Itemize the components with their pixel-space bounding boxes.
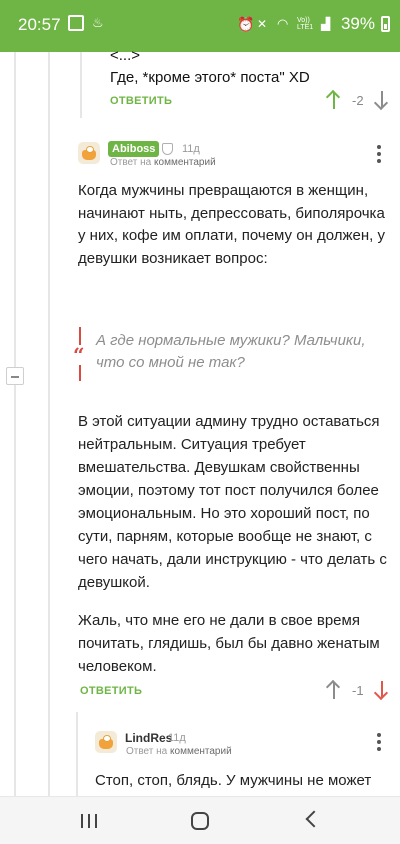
reply-button[interactable]: ОТВЕТИТЬ <box>110 95 172 107</box>
image-icon <box>68 15 84 31</box>
reply-meta: Ответ на комментарий <box>110 157 216 168</box>
downvote-icon[interactable] <box>374 90 390 110</box>
mute-icon: ✕ <box>256 17 268 31</box>
avatar[interactable] <box>78 142 100 164</box>
alarm-icon: ⏰ <box>236 16 255 32</box>
meta-prefix: Ответ на <box>126 746 168 757</box>
battery-percent: 39% <box>340 14 375 33</box>
comment-age: 11д <box>182 143 200 155</box>
navigation-bar <box>0 796 400 844</box>
author-name[interactable]: Abiboss <box>108 141 160 157</box>
recent-apps-icon[interactable] <box>81 814 97 828</box>
meta-prefix: Ответ на <box>110 157 152 168</box>
quote-text: А где нормальные мужики? Мальчики, что с… <box>96 332 366 371</box>
reply-button[interactable]: ОТВЕТИТЬ <box>80 685 142 697</box>
notification-icon: ♨ <box>92 15 104 30</box>
status-time: 20:57 <box>18 15 61 34</box>
status-system-icons: ⏰ ✕ ◠ Vo)) LTE1 ▟ 39% <box>237 14 390 34</box>
meta-link[interactable]: комментарий <box>154 157 216 168</box>
upvote-icon[interactable] <box>326 90 342 110</box>
meta-link[interactable]: комментарий <box>170 746 232 757</box>
shield-icon <box>162 143 173 155</box>
wifi-icon: ◠ <box>276 16 289 31</box>
vote-controls: -2 <box>326 90 390 110</box>
avatar[interactable] <box>95 731 117 753</box>
vote-controls: -1 <box>326 680 390 700</box>
kebab-menu-icon[interactable] <box>377 145 381 166</box>
reply-meta: Ответ на комментарий <box>126 746 232 757</box>
prev-comment-text: <...> Где, *кроме этого* поста" XD <box>110 45 310 89</box>
thread-line <box>48 52 50 796</box>
prev-comment-line: Где, *кроме этого* поста" XD <box>110 69 310 86</box>
rating-value: -2 <box>352 92 364 108</box>
home-icon[interactable] <box>191 812 209 830</box>
prev-comment-line: <...> <box>110 47 141 64</box>
comment-age: 11д <box>168 732 186 744</box>
comment-paragraph: В этой ситуации админу трудно оставаться… <box>78 413 387 591</box>
comment-paragraph: Когда мужчины превращаются в женщин, нач… <box>78 182 386 267</box>
signal-icon: ▟ <box>320 17 331 31</box>
quote-mark-icon: “ <box>73 343 85 367</box>
battery-icon <box>381 16 390 32</box>
thread-line <box>76 712 78 796</box>
kebab-menu-icon[interactable] <box>377 733 381 754</box>
status-notification-icons: ♨ <box>68 15 108 31</box>
back-icon[interactable] <box>305 810 323 828</box>
rating-value: -1 <box>352 682 364 698</box>
downvote-icon[interactable] <box>374 680 390 700</box>
collapse-button[interactable] <box>6 367 24 385</box>
network-label: Vo)) LTE1 <box>296 17 314 31</box>
thread-line <box>80 52 82 118</box>
thread-line <box>14 52 16 796</box>
author-name[interactable]: LindRes <box>125 731 172 745</box>
reply-text: Стоп, стоп, блядь. У мужчины не может <box>95 772 372 789</box>
comment-paragraph: Жаль, что мне его не дали в свое время п… <box>78 612 380 675</box>
upvote-icon[interactable] <box>326 680 342 700</box>
